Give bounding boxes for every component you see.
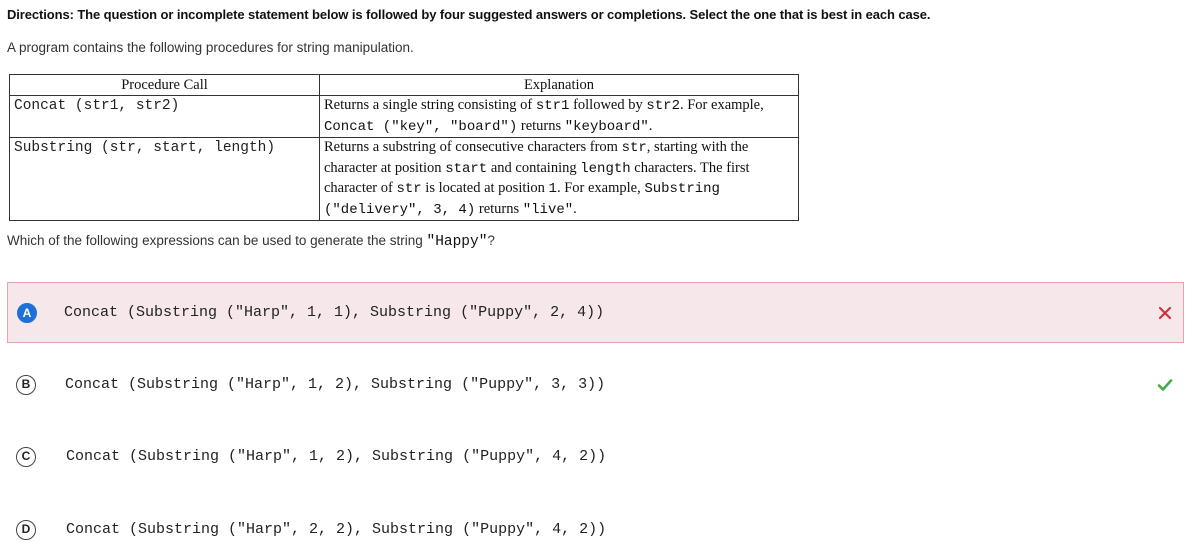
choice-letter-badge: C xyxy=(16,447,36,467)
procedure-call-code: Substring (str, start, length) xyxy=(14,140,276,156)
procedure-call-cell: Concat (str1, str2) xyxy=(9,95,320,138)
choice-letter-badge: A xyxy=(17,303,37,323)
choice-a[interactable]: A Concat (Substring ("Harp", 1, 1), Subs… xyxy=(7,282,1184,343)
header-explanation: Explanation xyxy=(319,74,799,96)
procedure-table: Procedure Call Explanation Concat (str1,… xyxy=(9,74,799,221)
table-row: Substring (str, start, length) Returns a… xyxy=(9,137,799,221)
choice-c[interactable]: C Concat (Substring ("Harp", 1, 2), Subs… xyxy=(0,436,1200,478)
table-row: Concat (str1, str2) Returns a single str… xyxy=(9,95,799,138)
explanation-cell: Returns a single string consisting of st… xyxy=(319,95,799,138)
question-code: "Happy" xyxy=(426,234,488,250)
table-header-row: Procedure Call Explanation xyxy=(9,74,799,96)
choice-code: Concat (Substring ("Harp", 1, 1), Substr… xyxy=(64,304,605,321)
choice-b[interactable]: B Concat (Substring ("Harp", 1, 2), Subs… xyxy=(0,364,1200,406)
choice-code: Concat (Substring ("Harp", 1, 2), Substr… xyxy=(65,376,606,393)
choice-d[interactable]: D Concat (Substring ("Harp", 2, 2), Subs… xyxy=(0,509,1200,551)
check-icon xyxy=(1157,378,1173,397)
procedure-call-code: Concat (str1, str2) xyxy=(14,98,180,114)
choice-code: Concat (Substring ("Harp", 2, 2), Substr… xyxy=(66,521,607,538)
procedure-call-cell: Substring (str, start, length) xyxy=(9,137,320,221)
choice-letter-badge: D xyxy=(16,520,36,540)
choice-letter-badge: B xyxy=(16,375,36,395)
intro-text: A program contains the following procedu… xyxy=(7,40,414,55)
explanation-cell: Returns a substring of consecutive chara… xyxy=(319,137,799,221)
directions-text: Directions: The question or incomplete s… xyxy=(7,7,931,22)
header-procedure-call: Procedure Call xyxy=(9,74,320,96)
question-text: Which of the following expressions can b… xyxy=(7,233,495,250)
choice-code: Concat (Substring ("Harp", 1, 2), Substr… xyxy=(66,448,607,465)
x-icon xyxy=(1158,306,1172,325)
